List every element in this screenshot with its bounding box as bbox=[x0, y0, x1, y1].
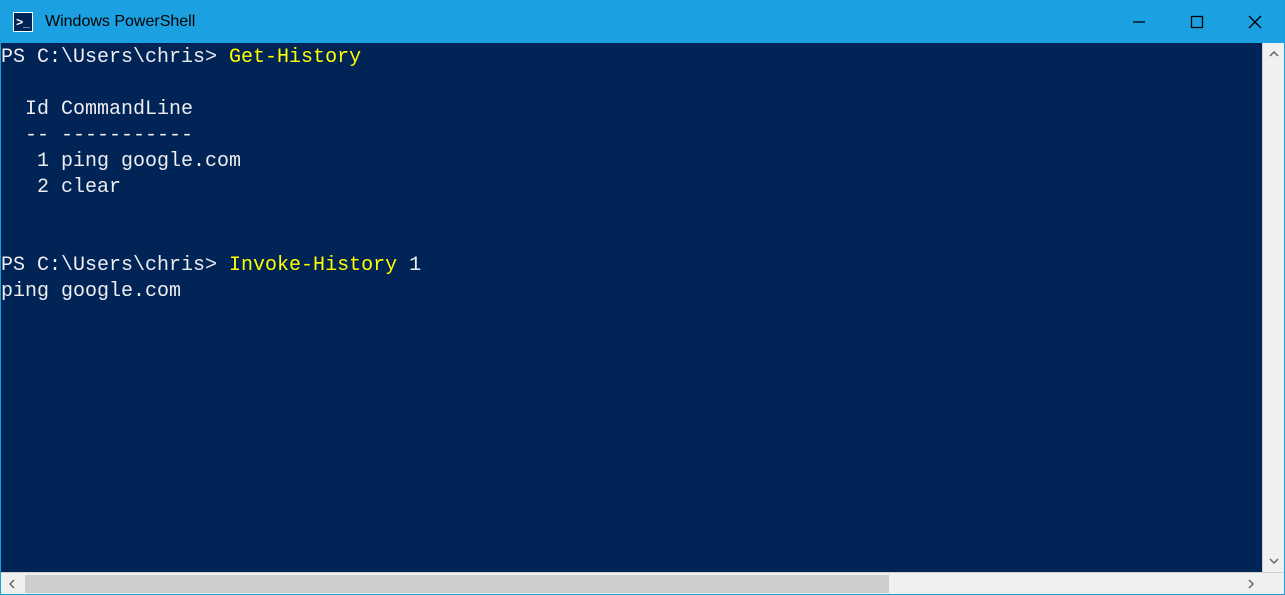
powershell-window: >_ Windows PowerShell PS C:\Users\chris>… bbox=[0, 0, 1285, 595]
close-button[interactable] bbox=[1226, 1, 1284, 43]
terminal-segment: 2 clear bbox=[1, 176, 121, 199]
terminal-segment: ping google.com bbox=[1, 280, 181, 303]
terminal-segment: Id CommandLine bbox=[1, 98, 193, 121]
terminal-segment: 1 bbox=[409, 254, 421, 277]
scroll-up-button[interactable] bbox=[1263, 43, 1284, 65]
terminal-line: PS C:\Users\chris> Get-History bbox=[1, 45, 1262, 71]
terminal-segment: -- ----------- bbox=[1, 124, 193, 147]
terminal-line: 2 clear bbox=[1, 175, 1262, 201]
minimize-button[interactable] bbox=[1110, 1, 1168, 43]
terminal-line bbox=[1, 227, 1262, 253]
terminal-line bbox=[1, 71, 1262, 97]
horizontal-scroll-thumb[interactable] bbox=[25, 575, 889, 593]
scroll-right-button[interactable] bbox=[1240, 573, 1262, 594]
terminal-line: PS C:\Users\chris> Invoke-History 1 bbox=[1, 253, 1262, 279]
powershell-icon: >_ bbox=[13, 12, 33, 32]
terminal-segment: PS C:\Users\chris> bbox=[1, 46, 229, 69]
maximize-button[interactable] bbox=[1168, 1, 1226, 43]
terminal-line bbox=[1, 201, 1262, 227]
powershell-icon-glyph: >_ bbox=[16, 15, 30, 29]
terminal-area: PS C:\Users\chris> Get-History Id Comman… bbox=[1, 43, 1284, 572]
terminal-segment: Invoke-History bbox=[229, 254, 409, 277]
horizontal-scrollbar[interactable] bbox=[1, 572, 1284, 594]
horizontal-scroll-track[interactable] bbox=[23, 573, 1240, 594]
terminal-line: 1 ping google.com bbox=[1, 149, 1262, 175]
vertical-scrollbar[interactable] bbox=[1262, 43, 1284, 572]
terminal-segment: 1 ping google.com bbox=[1, 150, 241, 173]
terminal-line: Id CommandLine bbox=[1, 97, 1262, 123]
terminal-segment: Get-History bbox=[229, 46, 361, 69]
scroll-left-button[interactable] bbox=[1, 573, 23, 594]
scroll-corner bbox=[1262, 573, 1284, 594]
window-controls bbox=[1110, 1, 1284, 43]
terminal-output[interactable]: PS C:\Users\chris> Get-History Id Comman… bbox=[1, 43, 1262, 572]
scroll-down-button[interactable] bbox=[1263, 550, 1284, 572]
titlebar[interactable]: >_ Windows PowerShell bbox=[1, 1, 1284, 43]
window-title: Windows PowerShell bbox=[45, 13, 1110, 31]
terminal-line: ping google.com bbox=[1, 279, 1262, 305]
terminal-segment: PS C:\Users\chris> bbox=[1, 254, 229, 277]
vertical-scroll-track[interactable] bbox=[1263, 65, 1284, 550]
terminal-line: -- ----------- bbox=[1, 123, 1262, 149]
